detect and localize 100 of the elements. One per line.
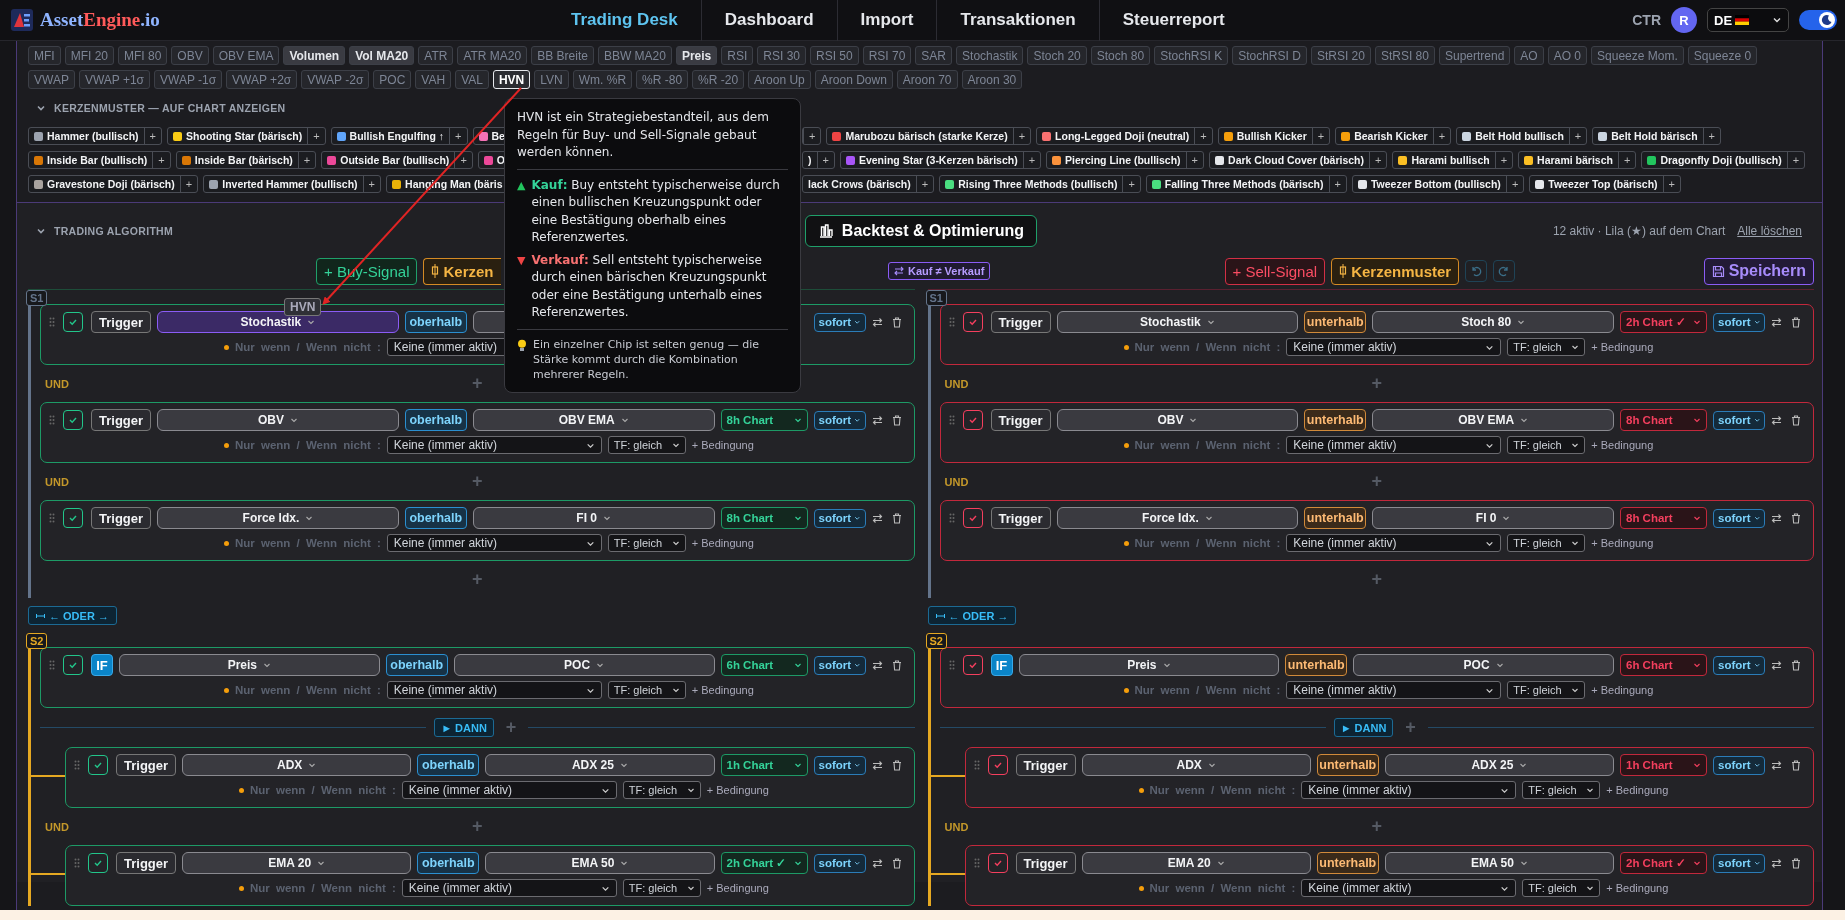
swap-icon[interactable] — [1771, 659, 1782, 671]
nav-tab[interactable]: Dashboard — [701, 0, 838, 41]
relation-toggle[interactable]: unterhalb — [1304, 409, 1367, 431]
timing-select[interactable]: sofort — [1713, 312, 1765, 332]
relation-toggle[interactable]: oberhalb — [404, 409, 467, 431]
timing-select[interactable]: sofort — [813, 655, 866, 675]
pattern-chip[interactable]: Tweezer Top (bärisch) + — [1529, 175, 1682, 193]
pattern-chip[interactable]: Long-Legged Doji (neutral) + — [1036, 127, 1213, 145]
indicator-chip[interactable]: BBW MA20 — [597, 46, 672, 65]
add-condition-link[interactable]: + Bedingung — [1591, 537, 1654, 549]
pattern-chip[interactable]: Tweezer Bottom (bullisch) + — [1351, 175, 1525, 193]
trash-icon[interactable] — [1791, 759, 1801, 771]
rule-type-tag[interactable]: Trigger — [990, 311, 1051, 333]
indicator-chip[interactable]: SAR — [915, 46, 953, 65]
rule-checkbox[interactable] — [962, 655, 983, 675]
trash-icon[interactable] — [1791, 659, 1801, 671]
timeframe-select[interactable]: TF: gleich — [622, 781, 701, 799]
indicator-chip[interactable]: RSI 30 — [757, 46, 806, 65]
indicator-select[interactable]: OBV — [1056, 409, 1299, 431]
timing-select[interactable]: sofort — [1713, 508, 1765, 528]
trash-icon[interactable] — [891, 659, 902, 671]
pattern-chip[interactable]: Gravestone Doji (bärisch) + — [28, 175, 199, 193]
pattern-chip[interactable]: Evening Star (3-Kerzen bärisch) + — [839, 151, 1042, 169]
timeframe-select[interactable]: TF: gleich — [607, 681, 686, 699]
pattern-chip[interactable]: Inside Bar (bärisch) + — [175, 151, 317, 169]
relation-toggle[interactable]: oberhalb — [385, 654, 448, 676]
pattern-chip[interactable]: Bearish Kicker + — [1335, 127, 1452, 145]
nav-tab[interactable]: Trading Desk — [548, 0, 702, 41]
indicator-chip[interactable]: AO 0 — [1547, 46, 1588, 65]
pattern-chip[interactable]: + — [802, 127, 822, 145]
rule-type-tag[interactable]: Trigger — [91, 311, 152, 333]
indicator-chip[interactable]: ATR — [418, 46, 454, 65]
indicator-chip[interactable]: Stoch 80 — [1090, 46, 1151, 65]
indicator-chip[interactable]: Aroon Down — [814, 70, 893, 89]
swap-icon[interactable] — [1771, 759, 1782, 771]
timing-select[interactable]: sofort — [1713, 755, 1765, 775]
condition-select[interactable]: Keine (immer aktiv) — [401, 781, 617, 799]
pattern-chip[interactable]: Piercing Line (bullisch) + — [1046, 151, 1205, 169]
add-condition-link[interactable]: + Bedingung — [1591, 341, 1654, 353]
indicator-chip[interactable]: RSI 50 — [810, 46, 859, 65]
add-condition-link[interactable]: + Bedingung — [691, 537, 754, 549]
chart-select[interactable]: 6h Chart — [720, 654, 808, 676]
timeframe-select[interactable]: TF: gleich — [1507, 338, 1586, 356]
chart-select[interactable]: 8h Chart — [720, 507, 808, 529]
logo-icon[interactable] — [10, 8, 34, 32]
chart-select[interactable]: 8h Chart — [1620, 507, 1707, 529]
drag-handle-icon[interactable] — [49, 317, 55, 327]
rule-type-tag[interactable]: Trigger — [116, 754, 177, 776]
avatar[interactable]: R — [1671, 7, 1697, 33]
pattern-chip[interactable]: Rising Three Methods (bullisch) + — [939, 175, 1141, 193]
swap-icon[interactable] — [871, 316, 883, 328]
condition-select[interactable]: Keine (immer aktiv) — [401, 879, 617, 897]
condition-select[interactable]: Keine (immer aktiv) — [1286, 338, 1502, 356]
then-button[interactable]: ► DANN — [434, 718, 494, 737]
indicator-select[interactable]: OBV — [157, 409, 399, 431]
indicator-chip[interactable]: Volumen — [283, 46, 346, 65]
chart-select[interactable]: 1h Chart — [720, 754, 808, 776]
pattern-chip[interactable]: Bullish Kicker + — [1217, 127, 1331, 145]
indicator-chip[interactable]: %R -20 — [692, 70, 745, 89]
timeframe-select[interactable]: TF: gleich — [622, 879, 701, 897]
relation-toggle[interactable]: unterhalb — [1316, 852, 1379, 874]
trash-icon[interactable] — [1791, 857, 1801, 869]
target-select[interactable]: FI 0 — [1372, 507, 1614, 529]
drag-handle-icon[interactable] — [948, 660, 955, 670]
chart-select[interactable]: 1h Chart — [1620, 754, 1707, 776]
or-button[interactable]: ← ODER → — [927, 606, 1017, 625]
indicator-chip[interactable]: Aroon 30 — [961, 70, 1023, 89]
pattern-chip[interactable]: Shooting Star (bärisch) + — [167, 127, 326, 145]
indicator-select[interactable]: Preis — [119, 654, 380, 676]
chevron-icon[interactable] — [36, 103, 46, 113]
indicator-chip[interactable]: Preis — [675, 46, 718, 65]
rule-checkbox[interactable] — [962, 312, 983, 332]
target-select[interactable]: OBV EMA — [472, 409, 715, 431]
chart-select[interactable]: 2h Chart ✓ — [1620, 311, 1707, 333]
trash-icon[interactable] — [891, 316, 902, 328]
rule-type-tag[interactable]: Trigger — [1015, 754, 1076, 776]
pattern-chip[interactable]: lack Crows (bärisch) + — [802, 175, 935, 193]
add-condition-link[interactable]: + Bedingung — [691, 684, 754, 696]
drag-handle-icon[interactable] — [973, 858, 980, 868]
drag-handle-icon[interactable] — [973, 760, 980, 770]
indicator-chip[interactable]: Wm. %R — [572, 70, 633, 89]
indicator-chip[interactable]: Aroon Up — [748, 70, 811, 89]
chevron-icon[interactable] — [36, 226, 46, 236]
indicator-chip[interactable]: VWAP +2σ — [226, 70, 298, 89]
language-select[interactable]: DE — [1707, 8, 1789, 32]
drag-handle-icon[interactable] — [948, 513, 955, 523]
timing-select[interactable]: sofort — [813, 853, 866, 873]
timeframe-select[interactable]: TF: gleich — [1507, 436, 1586, 454]
rule-checkbox[interactable] — [962, 508, 983, 528]
pattern-chip[interactable]: Belt Hold bullisch + — [1456, 127, 1588, 145]
indicator-chip[interactable]: LVN — [534, 70, 569, 89]
rule-type-tag[interactable]: Trigger — [990, 409, 1051, 431]
swap-icon[interactable] — [1771, 414, 1782, 426]
trash-icon[interactable] — [891, 857, 902, 869]
target-select[interactable]: ADX 25 — [485, 754, 715, 776]
pattern-chip[interactable]: Inside Bar (bullisch) + — [28, 151, 171, 169]
timing-select[interactable]: sofort — [1713, 853, 1765, 873]
rule-checkbox[interactable] — [987, 755, 1008, 775]
condition-select[interactable]: Keine (immer aktiv) — [1286, 436, 1502, 454]
timeframe-select[interactable]: TF: gleich — [607, 436, 686, 454]
